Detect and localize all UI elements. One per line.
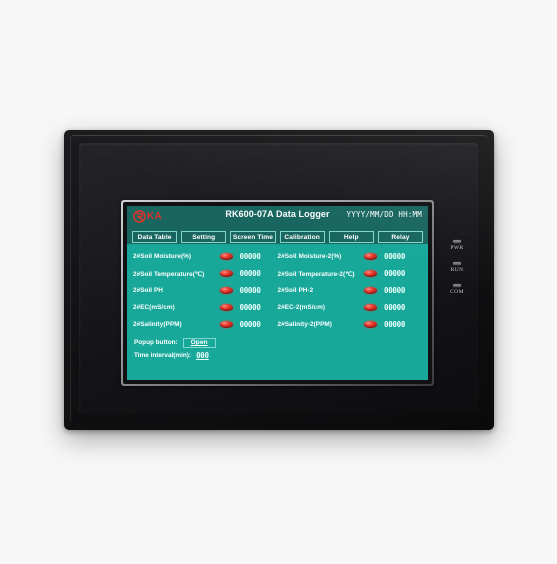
datetime-display: YYYY/MM/DD HH:MM (346, 210, 422, 219)
measurement-value[interactable]: 00000 (240, 269, 278, 278)
measurement-label: 2#Soil Temperature-2(℃) (277, 270, 355, 278)
bottom-controls: Popup button: Open Time interval(min): 0… (133, 336, 422, 362)
measurement-value[interactable]: 00000 (240, 252, 278, 261)
measurement-label: 2#Soil Temperature(℃) (133, 270, 205, 278)
red-indicator-icon[interactable] (364, 287, 377, 294)
screen-header: KA RK600-07A Data Logger YYYY/MM/DD HH:M… (127, 206, 428, 230)
run-led-icon (452, 262, 461, 265)
red-indicator-icon[interactable] (219, 287, 233, 294)
pwr-label: PWR (450, 245, 464, 251)
measurement-value[interactable]: 00000 (384, 320, 422, 329)
device-inner-frame: KA RK600-07A Data Logger YYYY/MM/DD HH:M… (79, 143, 478, 414)
measurement-cell: 2#Soil Moisture-2(%) 00000 (278, 252, 423, 261)
measurement-cell: 2#EC(mS/cm) 00000 (133, 303, 278, 312)
measurement-value[interactable]: 00000 (240, 303, 278, 312)
com-led-icon (452, 284, 461, 287)
table-row: 2#Soil Temperature(℃) 00000 2#Soil Tempe… (133, 265, 422, 282)
tab-relay[interactable]: Relay (377, 231, 424, 243)
table-row: 2#EC(mS/cm) 00000 2#EC-2(mS/cm) 00000 (133, 299, 422, 316)
popup-button-row: Popup button: Open (134, 336, 422, 349)
measurement-label: 2#Soil Moisture-2(%) (277, 253, 342, 260)
table-row: 2#Soil PH 00000 2#Soil PH-2 00000 (133, 282, 422, 299)
measurement-label: 2#Soil PH-2 (277, 287, 314, 294)
measurement-cell: 2#Salinity(PPM) 00000 (133, 320, 278, 329)
measurement-label: 2#Salinity(PPM) (133, 321, 182, 328)
table-row: 2#Salinity(PPM) 00000 2#Salinity-2(PPM) … (133, 316, 422, 333)
red-indicator-icon[interactable] (364, 304, 377, 311)
com-label: COM (450, 289, 464, 295)
tab-screen-time[interactable]: Screen Time (230, 231, 276, 243)
table-row: 2#Soil Moisture(%) 00000 2#Soil Moisture… (133, 248, 422, 265)
popup-button-label: Popup button: (134, 339, 178, 346)
tab-setting[interactable]: Setting (181, 231, 227, 243)
measurement-cell: 2#Soil PH-2 00000 (278, 286, 423, 295)
measurement-value[interactable]: 00000 (240, 320, 278, 329)
measurement-label: 2#EC(mS/cm) (133, 304, 175, 311)
red-indicator-icon[interactable] (364, 253, 377, 260)
red-indicator-icon[interactable] (364, 270, 377, 277)
measurement-label: 2#Salinity-2(PPM) (277, 321, 332, 328)
status-indicator-strip: PWR RUN COM (445, 240, 469, 295)
measurement-value[interactable]: 00000 (384, 303, 422, 312)
pwr-led-icon (452, 240, 461, 243)
time-interval-row: Time interval(min): 000 (134, 349, 422, 362)
measurement-cell: 2#Salinity-2(PPM) 00000 (278, 320, 423, 329)
measurement-cell: 2#Soil PH 00000 (133, 286, 278, 295)
measurement-label: 2#Soil Moisture(%) (133, 253, 192, 260)
measurement-cell: 2#EC-2(mS/cm) 00000 (278, 303, 423, 312)
red-indicator-icon[interactable] (219, 304, 233, 311)
status-indicator-run: RUN (450, 262, 463, 273)
open-button[interactable]: Open (182, 337, 216, 348)
measurement-label: 2#EC-2(mS/cm) (277, 304, 326, 311)
measurement-cell: 2#Soil Temperature(℃) 00000 (133, 269, 278, 278)
red-indicator-icon[interactable] (219, 321, 233, 328)
measurement-value[interactable]: 00000 (384, 252, 422, 261)
screen-bezel: KA RK600-07A Data Logger YYYY/MM/DD HH:M… (121, 200, 434, 386)
measurement-value[interactable]: 00000 (384, 269, 422, 278)
measurement-value[interactable]: 00000 (384, 286, 422, 295)
tab-bar: Data Table Setting Screen Time Calibrati… (127, 230, 428, 244)
screen-inner-border: KA RK600-07A Data Logger YYYY/MM/DD HH:M… (123, 202, 432, 384)
status-indicator-com: COM (450, 284, 464, 295)
red-indicator-icon[interactable] (364, 321, 377, 328)
tab-help[interactable]: Help (328, 231, 374, 243)
red-indicator-icon[interactable] (219, 253, 233, 260)
status-indicator-pwr: PWR (450, 240, 463, 251)
measurement-label: 2#Soil PH (133, 287, 163, 294)
measurement-cell: 2#Soil Moisture(%) 00000 (133, 252, 278, 261)
time-interval-input[interactable]: 000 (196, 351, 209, 360)
time-interval-label: Time interval(min): (134, 352, 192, 359)
tab-data-table[interactable]: Data Table (132, 231, 178, 243)
data-logger-device: KA RK600-07A Data Logger YYYY/MM/DD HH:M… (64, 130, 494, 430)
tab-calibration[interactable]: Calibration (279, 231, 325, 243)
data-table-panel: 2#Soil Moisture(%) 00000 2#Soil Moisture… (127, 244, 428, 380)
run-label: RUN (450, 267, 464, 273)
measurement-cell: 2#Soil Temperature-2(℃) 00000 (278, 269, 423, 278)
red-indicator-icon[interactable] (219, 270, 233, 277)
lcd-screen: KA RK600-07A Data Logger YYYY/MM/DD HH:M… (127, 206, 428, 380)
measurement-value[interactable]: 00000 (240, 286, 278, 295)
